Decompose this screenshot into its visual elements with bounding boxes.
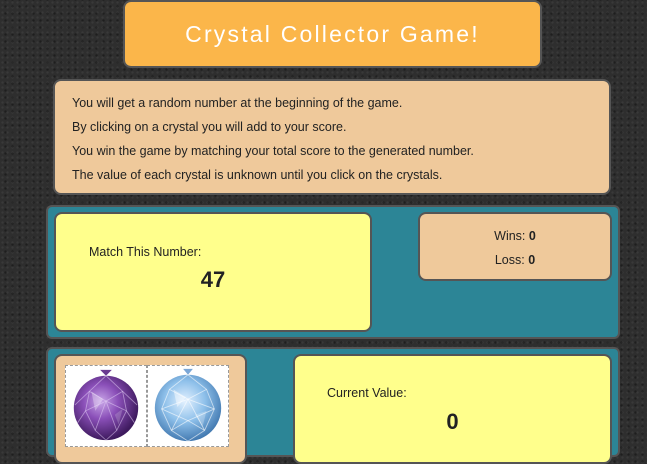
current-value-label: Current Value: — [327, 386, 407, 400]
game-title: Crystal Collector Game! — [185, 20, 480, 47]
instruction-line: The value of each crystal is unknown unt… — [72, 168, 443, 182]
target-number-box: Match This Number: 47 — [54, 212, 372, 332]
loss-label: Loss: — [494, 253, 525, 267]
loss-count: 0 — [528, 253, 536, 267]
instruction-line: You win the game by matching your total … — [72, 144, 474, 158]
instruction-line: You will get a random number at the begi… — [72, 96, 403, 110]
loss-line: Loss: 0 — [420, 253, 610, 267]
target-number: 47 — [56, 267, 370, 293]
crystal-button-purple[interactable] — [65, 365, 147, 447]
current-value-number: 0 — [446, 409, 459, 434]
blue-crystal-icon — [154, 368, 222, 442]
instruction-line: By clicking on a crystal you will add to… — [72, 120, 347, 134]
crystal-button-blue[interactable] — [147, 365, 229, 447]
wins-label: Wins: — [494, 229, 526, 243]
target-number-value: 47 — [200, 267, 226, 292]
target-label: Match This Number: — [89, 245, 202, 259]
wins-line: Wins: 0 — [420, 229, 610, 243]
wins-count: 0 — [528, 229, 536, 243]
purple-crystal-icon — [73, 369, 139, 441]
title-banner: Crystal Collector Game! — [123, 0, 542, 68]
scoreboard: Wins: 0 Loss: 0 — [418, 212, 612, 281]
instructions-panel: You will get a random number at the begi… — [53, 79, 611, 195]
